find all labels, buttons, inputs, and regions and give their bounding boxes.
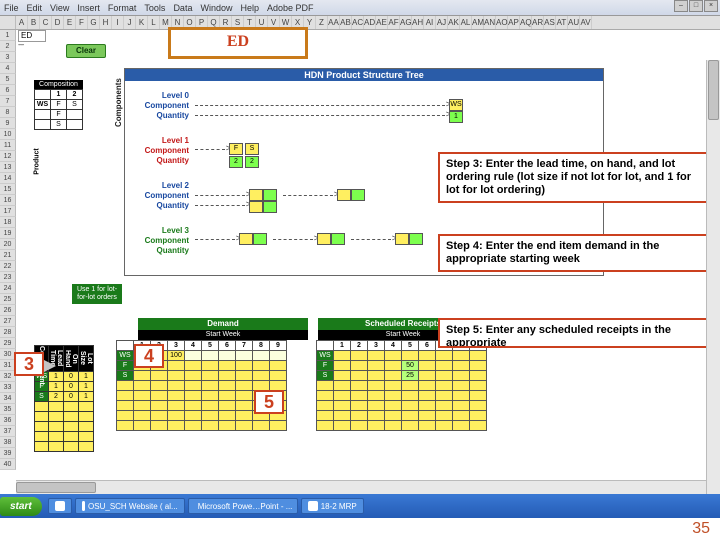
taskbar-item[interactable]: 18-2 MRP: [301, 498, 364, 514]
scheduled-receipts-table: 123456789 WS F50 S25: [316, 340, 487, 431]
callout-5: 5: [254, 390, 284, 414]
menu-window[interactable]: Window: [200, 3, 232, 13]
arrow-icon: [44, 360, 56, 372]
menu-view[interactable]: View: [50, 3, 69, 13]
node-s-qty: 2: [245, 156, 259, 168]
composition-table: Product Composition 12 WSFS F S: [34, 80, 83, 130]
node-f-qty: 2: [229, 156, 243, 168]
menu-edit[interactable]: Edit: [27, 3, 43, 13]
menu-tools[interactable]: Tools: [144, 3, 165, 13]
components-axis-label: Components: [114, 76, 123, 129]
column-headers: ABCDEFGHIJKLMNOPQRSTUVWXYZAAABACADAEAFAG…: [0, 16, 720, 30]
taskbar-item[interactable]: Microsoft Powe…Point - ...: [188, 498, 298, 514]
menu-format[interactable]: Format: [108, 3, 137, 13]
menu-adobe[interactable]: Adobe PDF: [267, 3, 314, 13]
step-4-text: Step 4: Enter the end item demand in the…: [438, 234, 708, 272]
ed-worksheet-banner: ED: [168, 27, 308, 59]
step-5-text: Step 5: Enter any scheduled receipts in …: [438, 318, 708, 348]
node-f: F: [229, 143, 243, 155]
demand-subheader: Start Week: [138, 330, 308, 340]
taskbar-item[interactable]: OSU_SCH Website ( al...: [75, 498, 185, 514]
start-button[interactable]: start: [0, 497, 42, 516]
cell-a2[interactable]: ----: [18, 42, 23, 49]
menu-data[interactable]: Data: [173, 3, 192, 13]
maximize-button[interactable]: □: [689, 0, 703, 12]
slide-number: 35: [692, 520, 710, 538]
demand-header: Demand: [138, 318, 308, 330]
menu-insert[interactable]: Insert: [77, 3, 100, 13]
menu-bar: File Edit View Insert Format Tools Data …: [0, 0, 720, 16]
vertical-scrollbar[interactable]: [706, 60, 720, 516]
taskbar-item[interactable]: [48, 498, 72, 514]
clear-button[interactable]: Clear: [66, 44, 106, 58]
node-ws-qty: 1: [449, 111, 463, 123]
chart-title: HDN Product Structure Tree: [125, 69, 603, 81]
minimize-button[interactable]: –: [674, 0, 688, 12]
excel-icon: [308, 501, 318, 511]
lot-for-lot-note: Use 1 for lot-for-lot orders: [72, 284, 122, 304]
row-headers: 1234567891011121314151617181920212223242…: [0, 30, 16, 470]
step-3-text: Step 3: Enter the lead time, on hand, an…: [438, 152, 708, 203]
menu-file[interactable]: File: [4, 3, 19, 13]
spreadsheet[interactable]: ED ---- Clear ED Product Composition 12 …: [16, 30, 720, 500]
taskbar: start OSU_SCH Website ( al... Microsoft …: [0, 494, 720, 518]
ie-icon: [82, 501, 85, 511]
menu-help[interactable]: Help: [240, 3, 259, 13]
cell-a1[interactable]: ED: [18, 30, 46, 42]
folder-icon: [55, 501, 65, 511]
node-ws: WS: [449, 99, 463, 111]
horizontal-scrollbar[interactable]: [16, 480, 706, 494]
close-button[interactable]: ×: [704, 0, 718, 12]
node-s: S: [245, 143, 259, 155]
callout-3: 3: [14, 352, 44, 376]
callout-4: 4: [134, 344, 164, 368]
